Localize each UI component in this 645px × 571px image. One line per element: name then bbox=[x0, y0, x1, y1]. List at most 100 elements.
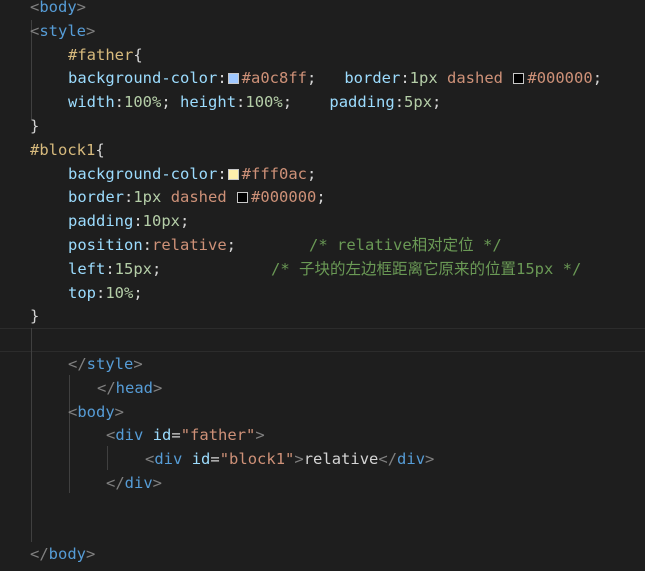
token: body bbox=[77, 402, 115, 421]
token: border bbox=[344, 69, 401, 88]
code-line: padding:10px; bbox=[0, 210, 645, 234]
code-line: </style> bbox=[0, 353, 645, 377]
token: : bbox=[114, 93, 125, 112]
token: : bbox=[394, 93, 405, 112]
token: id bbox=[191, 450, 211, 469]
token: 100% bbox=[124, 93, 162, 112]
token: < bbox=[30, 21, 40, 40]
token: ; bbox=[316, 188, 326, 207]
token: 1px bbox=[133, 188, 162, 207]
token: 15px bbox=[114, 259, 152, 278]
code-line: background-color: #fff0ac; bbox=[0, 163, 645, 187]
code-line: </div> bbox=[0, 472, 645, 496]
token: ; bbox=[306, 164, 317, 183]
token: } bbox=[30, 307, 40, 326]
token: ; bbox=[226, 236, 236, 254]
token: </ bbox=[68, 355, 87, 373]
code-line: </head> bbox=[0, 377, 645, 401]
code-line: position:relative; /* relative相对定位 */ bbox=[0, 234, 645, 258]
code-line: top:10%; bbox=[0, 282, 645, 306]
token: > bbox=[294, 450, 304, 469]
token: > bbox=[86, 21, 96, 40]
token: ; bbox=[306, 69, 317, 88]
token: #fff0ac bbox=[241, 164, 307, 183]
token: dashed bbox=[447, 69, 504, 88]
token: padding bbox=[329, 93, 395, 112]
token: </ bbox=[30, 545, 49, 564]
token: position bbox=[68, 236, 143, 254]
token: > bbox=[76, 0, 87, 16]
token: > bbox=[114, 402, 125, 421]
token: ; bbox=[432, 93, 442, 112]
token: 5px bbox=[404, 93, 433, 112]
token: : bbox=[217, 69, 227, 88]
code-line: <style> bbox=[0, 20, 645, 44]
token: { bbox=[95, 140, 105, 159]
code-line: <body> bbox=[0, 401, 645, 425]
token: } bbox=[30, 117, 40, 135]
color-swatch[interactable] bbox=[513, 73, 525, 85]
token: : bbox=[142, 236, 152, 254]
code-line: } bbox=[0, 115, 645, 139]
token: </ bbox=[97, 378, 116, 397]
token: "block1" bbox=[219, 450, 295, 469]
code-line: #father{ bbox=[0, 44, 645, 68]
token: background-color bbox=[68, 69, 218, 88]
code-line: <body> bbox=[0, 0, 645, 20]
token: < bbox=[145, 450, 155, 469]
token: : bbox=[236, 93, 246, 112]
code-line: left:15px; /* 子块的左边框距离它原来的位置15px */ bbox=[0, 258, 645, 282]
color-swatch[interactable] bbox=[227, 73, 239, 85]
token: div bbox=[397, 450, 426, 469]
token: left bbox=[68, 259, 106, 278]
token: body bbox=[39, 0, 77, 16]
code-line: border:1px dashed #000000; bbox=[0, 186, 645, 210]
token: : bbox=[133, 212, 143, 231]
token: div bbox=[124, 474, 153, 492]
code-line: } bbox=[0, 305, 645, 329]
code-line: width:100%; height:100%; padding:5px; bbox=[0, 91, 645, 115]
token: : bbox=[217, 164, 227, 183]
token: : bbox=[124, 188, 134, 207]
token: > bbox=[152, 474, 163, 492]
token: > bbox=[425, 450, 435, 469]
token: relative bbox=[303, 450, 379, 469]
comment: /* 子块的左边框距离它原来的位置15px */ bbox=[271, 259, 582, 278]
comment: /* relative相对定位 */ bbox=[309, 236, 502, 254]
token: #block1 bbox=[30, 140, 96, 159]
token: < bbox=[30, 0, 40, 16]
code-editor[interactable]: <body> <style> #father{ background-color… bbox=[0, 0, 645, 571]
token: : bbox=[400, 69, 410, 88]
code-line: <div id="father"> bbox=[0, 424, 645, 448]
token: > bbox=[153, 378, 163, 397]
token: < bbox=[106, 426, 116, 445]
color-swatch[interactable] bbox=[227, 168, 239, 180]
token: 100% bbox=[245, 93, 283, 112]
code-line: background-color: #a0c8ff; border:1px das… bbox=[0, 67, 645, 91]
token: </ bbox=[106, 474, 125, 492]
token: > bbox=[133, 355, 143, 373]
token: div bbox=[154, 450, 183, 469]
token: background-color bbox=[68, 164, 218, 183]
token: height bbox=[180, 93, 237, 112]
token: ; bbox=[161, 93, 171, 112]
token: style bbox=[39, 21, 87, 40]
token: = bbox=[171, 426, 181, 445]
token: #000000 bbox=[251, 188, 317, 207]
token: > bbox=[255, 426, 265, 445]
token: dashed bbox=[170, 188, 227, 207]
token: #father bbox=[68, 45, 134, 64]
token: head bbox=[115, 378, 153, 397]
token: body bbox=[48, 545, 86, 564]
code-line: #block1{ bbox=[0, 139, 645, 163]
color-swatch[interactable] bbox=[237, 192, 249, 204]
token: 1px bbox=[409, 69, 438, 88]
token: ; bbox=[152, 259, 162, 278]
code-line: </body> bbox=[0, 543, 645, 567]
token: "father" bbox=[180, 426, 256, 445]
token: width bbox=[68, 93, 115, 112]
token: border bbox=[68, 188, 124, 207]
token: ; bbox=[282, 93, 293, 112]
token: < bbox=[68, 402, 78, 421]
token: div bbox=[115, 426, 144, 445]
